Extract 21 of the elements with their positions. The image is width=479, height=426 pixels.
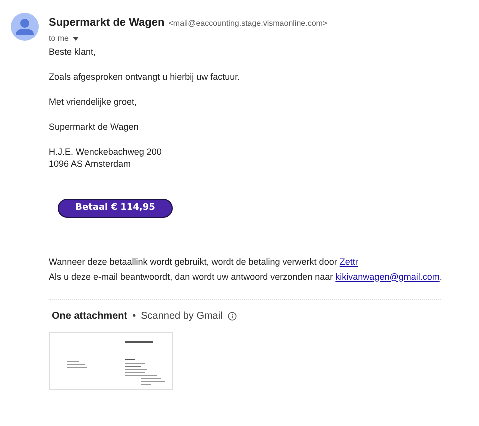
attachments-title: One attachment [52, 310, 128, 322]
attachment-thumbnail-drawing[interactable] [49, 332, 173, 390]
signature-text: Supermarkt de Wagen [49, 120, 140, 132]
pay-button[interactable]: Betaal € 114,95 [58, 198, 173, 218]
sender-name: Supermarkt de Wagen [49, 16, 165, 31]
separator-dot: • [132, 310, 136, 322]
recipient-label: to me [49, 32, 70, 44]
footer-link[interactable]: kikivanwagen@gmail.com [336, 272, 440, 282]
info-icon[interactable] [228, 312, 237, 321]
address-line: 1096 AS Amsterdam [49, 158, 132, 170]
message-text: Zoals afgesproken ontvangt u hierbij uw factuur. [49, 70, 242, 82]
footer-text: Wanneer deze betaallink wordt gebruikt, wordt de betaling verwerkt door Zettr [49, 256, 360, 269]
greeting-text: Beste klant, [49, 46, 98, 58]
address-line: H.J.E. Wenckebachweg 200 [49, 146, 163, 158]
dropdown-caret-icon[interactable] [73, 36, 80, 40]
footer-link[interactable]: Zettr [340, 256, 358, 266]
closing-text: Met vriendelijke groet, [49, 96, 138, 108]
footer-text: Als u deze e-mail beantwoordt, dan wordt uw antwoord verzonden naar kikivanwagen@gmail.com. [49, 270, 444, 284]
avatar-icon [11, 13, 39, 41]
sender-address: <mail@eaccounting.stage.vismaonline.com> [168, 18, 328, 30]
scan-note: Scanned by Gmail [141, 310, 223, 322]
